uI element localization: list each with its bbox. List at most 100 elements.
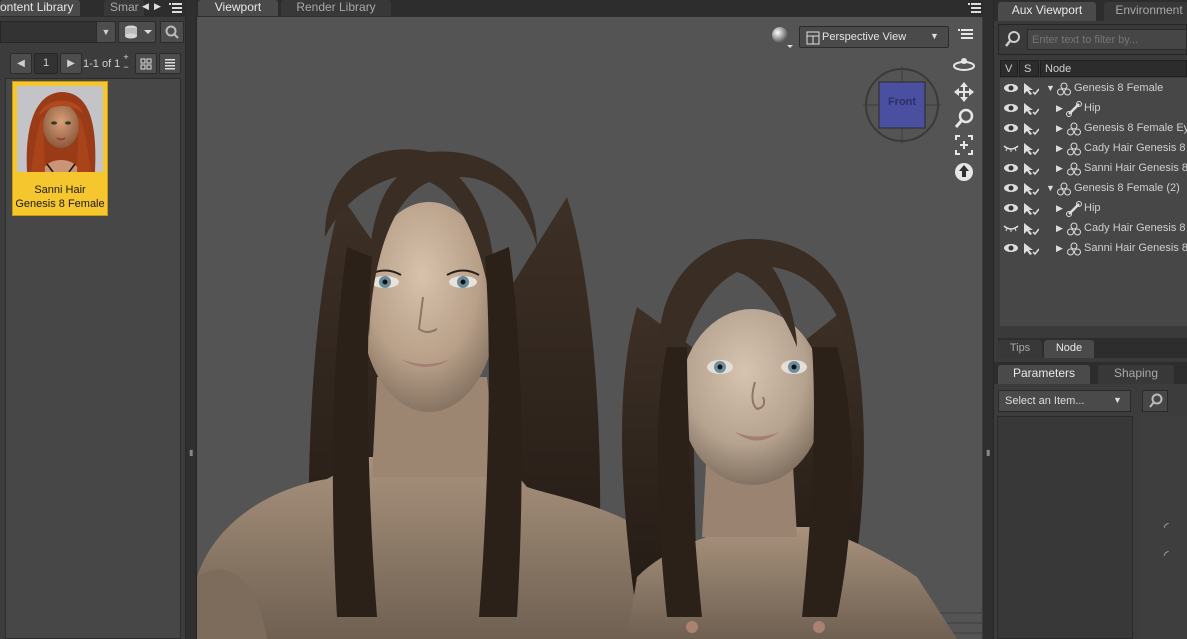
tab-parameters[interactable]: Parameters bbox=[998, 365, 1090, 384]
list-view-button[interactable] bbox=[159, 53, 181, 74]
expand-toggle-icon[interactable]: ▼ bbox=[1046, 183, 1055, 193]
parameter-groups-list bbox=[997, 416, 1133, 639]
splitter-grip-icon: ▮ bbox=[189, 448, 194, 457]
grid-view-button[interactable] bbox=[135, 53, 157, 74]
figure-icon bbox=[1066, 241, 1082, 260]
path-dropdown-arrow-icon[interactable]: ▼ bbox=[96, 21, 116, 43]
search-icon bbox=[1005, 31, 1020, 47]
bone-icon bbox=[1066, 101, 1082, 120]
column-selectable-header[interactable]: S bbox=[1019, 60, 1039, 77]
chevron-down-icon: ▼ bbox=[930, 31, 939, 41]
viewport-menu-icon[interactable] bbox=[965, 0, 983, 16]
loading-spinner-icon: ◜ bbox=[1164, 520, 1169, 534]
eye-closed-icon[interactable] bbox=[1003, 222, 1019, 234]
eye-open-icon[interactable] bbox=[1003, 102, 1019, 114]
content-item-label: Sanni Hair Genesis 8 Female bbox=[13, 183, 107, 211]
page-number-field[interactable]: 1 bbox=[34, 53, 58, 74]
selectable-cursor-icon[interactable] bbox=[1023, 102, 1040, 116]
eye-open-icon[interactable] bbox=[1003, 242, 1019, 254]
sphere-shading-icon bbox=[772, 27, 793, 48]
scene-node-row[interactable]: ▼ Genesis 8 Female bbox=[1000, 79, 1187, 99]
expand-toggle-icon[interactable]: ▶ bbox=[1056, 163, 1063, 174]
figure-icon bbox=[1056, 181, 1072, 200]
page-size-stepper[interactable]: + − bbox=[121, 52, 131, 74]
column-visible-header[interactable]: V bbox=[1000, 60, 1018, 77]
expand-toggle-icon[interactable]: ▶ bbox=[1056, 203, 1063, 214]
expand-toggle-icon[interactable]: ▶ bbox=[1056, 103, 1063, 114]
viewport-options-button[interactable] bbox=[955, 26, 977, 44]
left-splitter[interactable]: ▮ bbox=[186, 0, 196, 639]
scene-node-row[interactable]: ▶ Sanni Hair Genesis 8 F bbox=[1000, 239, 1187, 259]
eye-open-icon[interactable] bbox=[1003, 202, 1019, 214]
filter-search-button[interactable] bbox=[1002, 28, 1024, 50]
eye-closed-icon[interactable] bbox=[1003, 142, 1019, 154]
chevron-down-icon: ▼ bbox=[1113, 395, 1122, 405]
view-cube[interactable]: Front bbox=[863, 66, 941, 144]
item-select[interactable]: Select an Item... ▼ bbox=[998, 390, 1131, 412]
selectable-cursor-icon[interactable] bbox=[1023, 222, 1040, 236]
tab-render-library[interactable]: Render Library bbox=[281, 0, 391, 16]
eye-open-icon[interactable] bbox=[1003, 122, 1019, 134]
page-range-label: 1-1 of 1 bbox=[83, 58, 121, 70]
database-button[interactable] bbox=[118, 21, 156, 43]
loading-spinner-icon: ◜ bbox=[1164, 548, 1169, 562]
selectable-cursor-icon[interactable] bbox=[1023, 162, 1040, 176]
reset-camera-button[interactable] bbox=[950, 161, 978, 183]
scene-node-row[interactable]: ▶ Cady Hair Genesis 8 F bbox=[1000, 219, 1187, 239]
expand-toggle-icon[interactable]: ▶ bbox=[1056, 223, 1063, 234]
scene-filter-input[interactable] bbox=[1027, 29, 1187, 50]
content-item-label-line1: Sanni Hair bbox=[34, 184, 86, 196]
tab-scroll-right-icon[interactable]: ▶ bbox=[154, 1, 164, 13]
scene-node-label: Genesis 8 Female (2) bbox=[1074, 182, 1180, 194]
selectable-cursor-icon[interactable] bbox=[1023, 202, 1040, 216]
display-style-button[interactable] bbox=[770, 25, 794, 49]
orbit-camera-button[interactable] bbox=[950, 53, 978, 75]
prev-page-button[interactable]: ◀ bbox=[10, 53, 32, 74]
frame-selection-button[interactable] bbox=[950, 134, 978, 156]
scene-node-row[interactable]: ▶ Hip bbox=[1000, 199, 1187, 219]
expand-toggle-icon[interactable]: ▶ bbox=[1056, 123, 1063, 134]
pan-camera-button[interactable] bbox=[950, 81, 978, 103]
expand-toggle-icon[interactable]: ▶ bbox=[1056, 243, 1063, 254]
selectable-cursor-icon[interactable] bbox=[1023, 122, 1040, 136]
scene-node-row[interactable]: ▶ Hip bbox=[1000, 99, 1187, 119]
eye-open-icon[interactable] bbox=[1003, 162, 1019, 174]
eye-open-icon[interactable] bbox=[1003, 182, 1019, 194]
tab-node[interactable]: Node bbox=[1044, 340, 1094, 358]
scene-node-row[interactable]: ▶ Sanni Hair Genesis 8 F bbox=[1000, 159, 1187, 179]
eye-open-icon[interactable] bbox=[1003, 82, 1019, 94]
selectable-cursor-icon[interactable] bbox=[1023, 242, 1040, 256]
tab-scroll-left-icon[interactable]: ◀ bbox=[142, 1, 152, 13]
content-item-card[interactable]: Sanni Hair Genesis 8 Female bbox=[12, 81, 108, 216]
search-button[interactable] bbox=[160, 21, 184, 43]
next-page-button[interactable]: ▶ bbox=[60, 53, 82, 74]
zoom-camera-button[interactable] bbox=[950, 108, 978, 130]
right-splitter[interactable]: ▮ bbox=[983, 0, 993, 639]
list-view-icon bbox=[165, 59, 175, 70]
scene-node-row[interactable]: ▶ Genesis 8 Female Eye bbox=[1000, 119, 1187, 139]
figure-icon bbox=[1066, 161, 1082, 180]
parameter-search-button[interactable] bbox=[1142, 390, 1168, 412]
tab-environment[interactable]: Environment bbox=[1104, 2, 1187, 21]
scene-node-row[interactable]: ▼ Genesis 8 Female (2) bbox=[1000, 179, 1187, 199]
tab-content-library[interactable]: ontent Library bbox=[0, 0, 80, 16]
bone-icon bbox=[1066, 201, 1082, 220]
tab-viewport[interactable]: Viewport bbox=[198, 0, 278, 16]
camera-select[interactable]: Perspective View ▼ bbox=[799, 26, 949, 48]
tab-tips[interactable]: Tips bbox=[998, 340, 1042, 358]
orbit-icon bbox=[953, 58, 975, 71]
column-node-header[interactable]: Node bbox=[1040, 60, 1187, 77]
splitter-grip-icon: ▮ bbox=[986, 448, 991, 457]
tab-shaping[interactable]: Shaping bbox=[1098, 365, 1174, 384]
search-icon bbox=[1149, 393, 1163, 408]
selectable-cursor-icon[interactable] bbox=[1023, 142, 1040, 156]
tab-smart-content[interactable]: Smar bbox=[104, 0, 144, 16]
pane-menu-icon[interactable] bbox=[166, 0, 184, 16]
scene-node-row[interactable]: ▶ Cady Hair Genesis 8 F bbox=[1000, 139, 1187, 159]
expand-toggle-icon[interactable]: ▼ bbox=[1046, 83, 1055, 93]
figure-icon bbox=[1066, 121, 1082, 140]
selectable-cursor-icon[interactable] bbox=[1023, 182, 1040, 196]
tab-aux-viewport[interactable]: Aux Viewport bbox=[998, 2, 1096, 21]
selectable-cursor-icon[interactable] bbox=[1023, 82, 1040, 96]
expand-toggle-icon[interactable]: ▶ bbox=[1056, 143, 1063, 154]
